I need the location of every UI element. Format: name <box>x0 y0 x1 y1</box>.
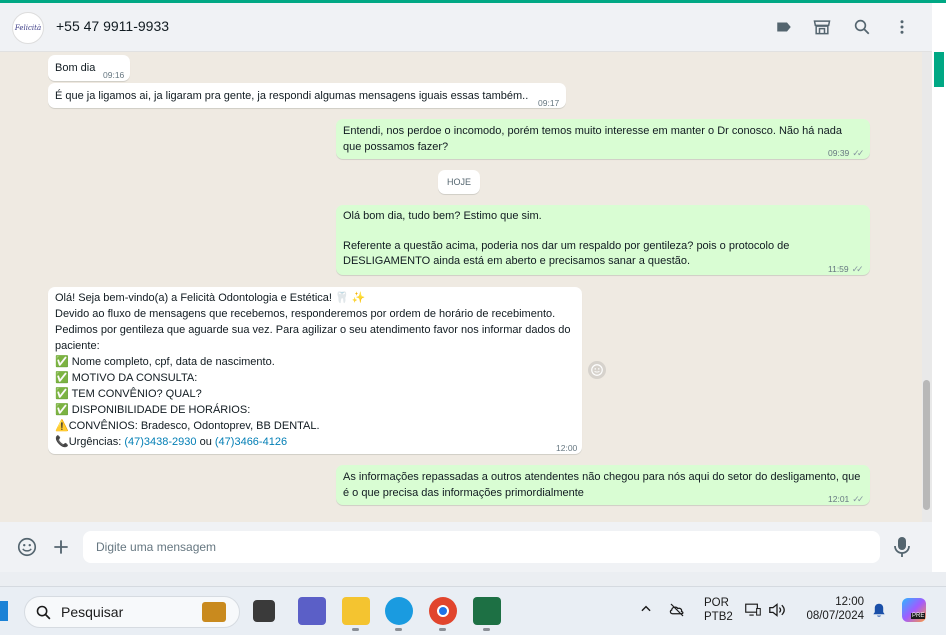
double-check-icon: ✓✓ <box>852 494 864 504</box>
briefcase-icon <box>202 602 226 622</box>
excel-icon[interactable] <box>473 597 501 625</box>
emoji-react-icon[interactable] <box>588 361 606 379</box>
chat-header: Felicità +55 47 9911-9933 <box>0 3 932 52</box>
urgency-line: 📞Urgências: (47)3438-2930 ou (47)3466-41… <box>55 436 288 448</box>
taskbar-search-label: Pesquisar <box>61 604 124 620</box>
message-text: Devido ao fluxo de mensagens que recebem… <box>55 308 556 320</box>
menu-icon[interactable] <box>890 15 914 39</box>
window-edge-accent <box>934 52 944 87</box>
desktop-gap <box>0 572 946 586</box>
task-view-icon[interactable] <box>253 600 275 622</box>
message-time: 12:01 ✓✓ <box>828 494 864 504</box>
label-icon[interactable] <box>772 15 796 39</box>
message-text: As informações repassadas a outros atend… <box>343 471 861 499</box>
window-edge <box>932 3 946 573</box>
microphone-icon[interactable] <box>892 535 912 559</box>
clock-time: 12:00 <box>835 596 864 608</box>
message-text: Bom dia <box>55 62 96 74</box>
message-time: 09:39 ✓✓ <box>828 148 864 158</box>
date-divider: HOJE <box>438 170 480 194</box>
chevron-up-icon[interactable] <box>639 602 653 616</box>
phone-link[interactable]: (47)3466-4126 <box>215 436 287 448</box>
insurance-line: ⚠️CONVÊNIOS: Bradesco, Odontoprev, BB DE… <box>55 420 320 432</box>
composer-bar: Digite uma mensagem <box>0 522 932 572</box>
clock-date: 08/07/2024 <box>806 610 864 622</box>
search-icon[interactable] <box>850 15 874 39</box>
chat-scrollbar-thumb[interactable] <box>923 380 930 510</box>
message-text: É que ja ligamos ai, ja ligaram pra gent… <box>55 90 529 102</box>
copilot-badge: PRE <box>911 613 926 619</box>
contact-avatar[interactable]: Felicità <box>12 12 44 44</box>
message-list[interactable]: Bom dia 09:16 É que ja ligamos ai, ja li… <box>0 52 932 522</box>
file-explorer-icon[interactable] <box>342 597 370 625</box>
double-check-icon: ✓✓ <box>852 148 864 158</box>
message-time: 09:16 <box>103 70 125 80</box>
message-text: Olá bom dia, tudo bem? Estimo que sim. R… <box>343 210 790 267</box>
checklist-item: ✅ MOTIVO DA CONSULTA: <box>55 372 198 384</box>
message-input-placeholder: Digite uma mensagem <box>96 540 217 554</box>
message-incoming[interactable]: Bom dia 09:16 <box>48 55 130 81</box>
display-icon[interactable] <box>744 602 762 618</box>
no-internet-icon[interactable] <box>668 601 686 619</box>
attach-plus-icon[interactable] <box>51 537 71 557</box>
message-incoming[interactable]: É que ja ligamos ai, ja ligaram pra gent… <box>48 83 566 108</box>
message-outgoing[interactable]: Entendi, nos perdoe o incomodo, porém te… <box>336 119 870 159</box>
check-icon: ✅ <box>55 356 69 368</box>
avatar-text: Felicità <box>14 24 42 32</box>
check-icon: ✅ <box>55 388 69 400</box>
message-time: 09:17 <box>538 98 560 108</box>
message-text: Entendi, nos perdoe o incomodo, porém te… <box>343 125 842 153</box>
clock[interactable]: 12:00 08/07/2024 <box>800 596 864 622</box>
contact-name[interactable]: +55 47 9911-9933 <box>56 18 169 34</box>
running-indicator <box>352 628 359 631</box>
check-icon: ✅ <box>55 404 69 416</box>
search-icon <box>36 605 51 620</box>
running-indicator <box>439 628 446 631</box>
copilot-icon[interactable]: PRE <box>902 598 926 622</box>
phone-icon: 📞 <box>55 436 69 448</box>
running-indicator <box>395 628 402 631</box>
emoji-icon[interactable] <box>16 536 38 558</box>
checklist-item: ✅ DISPONIBILIDADE DE HORÁRIOS: <box>55 404 251 416</box>
double-check-icon: ✓✓ <box>851 264 864 274</box>
teams-icon[interactable] <box>298 597 326 625</box>
warning-icon: ⚠️ <box>55 420 69 432</box>
message-outgoing[interactable]: As informações repassadas a outros atend… <box>336 465 870 505</box>
input-language[interactable]: POR PTB2 <box>704 597 733 623</box>
message-time: 11:59 ✓✓ <box>828 264 864 274</box>
start-icon[interactable] <box>0 601 8 621</box>
check-icon: ✅ <box>55 372 69 384</box>
message-incoming[interactable]: Olá! Seja bem-vindo(a) a Felicità Odonto… <box>48 287 582 454</box>
running-indicator <box>483 628 490 631</box>
chrome-icon[interactable] <box>429 597 457 625</box>
message-text: Pedimos por gentileza que aguarde sua ve… <box>55 324 571 352</box>
checklist-item: ✅ Nome completo, cpf, data de nascimento… <box>55 356 275 368</box>
notification-bell-icon[interactable] <box>872 602 886 618</box>
windows-taskbar: Pesquisar POR PTB2 12:00 08/07/2024 PRE <box>0 586 946 635</box>
taskbar-search[interactable]: Pesquisar <box>24 596 240 628</box>
message-time: 12:00 <box>556 443 578 453</box>
volume-icon[interactable] <box>767 602 787 618</box>
checklist-item: ✅ TEM CONVÊNIO? QUAL? <box>55 388 202 400</box>
message-input[interactable]: Digite uma mensagem <box>83 531 880 563</box>
store-icon[interactable] <box>810 15 834 39</box>
message-text: Olá! Seja bem-vindo(a) a Felicità Odonto… <box>55 292 366 304</box>
phone-link[interactable]: (47)3438-2930 <box>124 436 196 448</box>
edge-icon[interactable] <box>385 597 413 625</box>
message-outgoing[interactable]: Olá bom dia, tudo bem? Estimo que sim. R… <box>336 205 870 275</box>
